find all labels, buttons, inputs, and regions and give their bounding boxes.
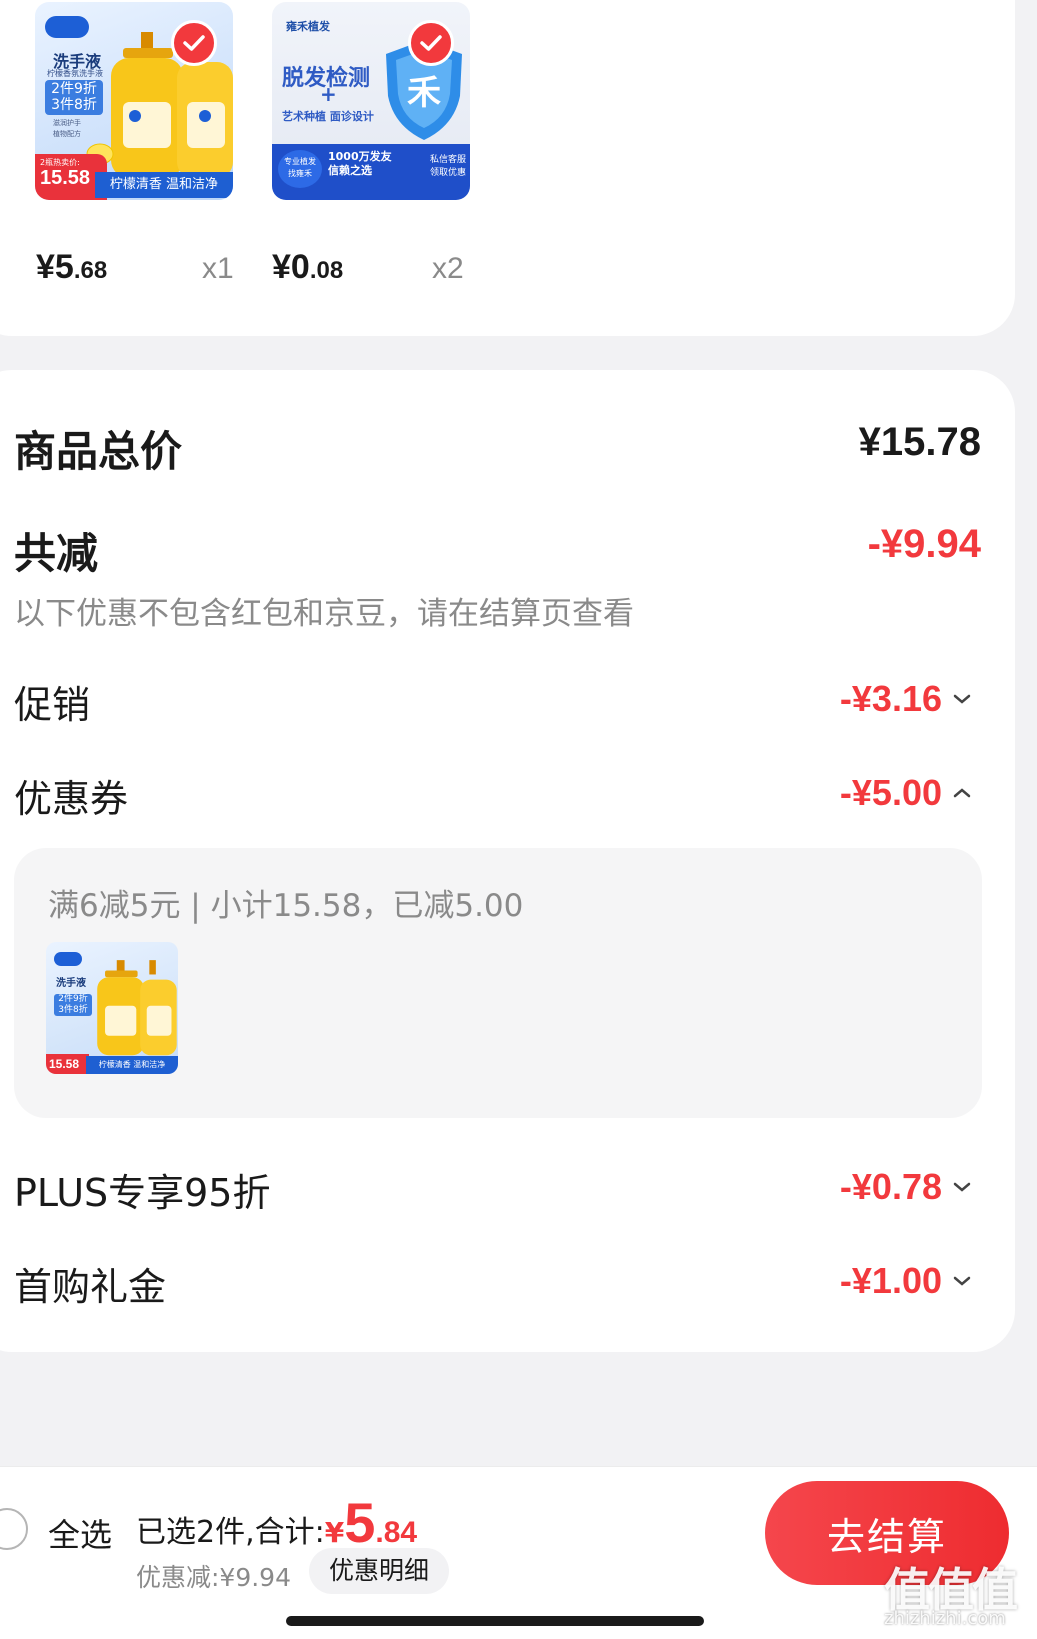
service-chip: 私信客服 领取优惠 bbox=[396, 154, 466, 186]
service-line-2: 领取优惠 bbox=[429, 168, 466, 178]
selected-checkmark-icon[interactable] bbox=[408, 20, 454, 66]
saved-amount: 优惠减:¥9.94 bbox=[136, 1563, 291, 1592]
product-price: ¥5.68 bbox=[36, 248, 107, 287]
discount-note: 以下优惠不包含红包和京豆，请在结算页查看 bbox=[14, 596, 634, 632]
plus-sign: + bbox=[320, 82, 337, 106]
total-discount-label: 共减 bbox=[14, 529, 99, 578]
selected-count-text: 已选2件,合计: bbox=[136, 1515, 325, 1550]
thumb-badge: 洗手液 bbox=[56, 978, 86, 989]
service-line-1: 私信客服 bbox=[429, 155, 466, 165]
promo-line-2: 3件8折 bbox=[51, 97, 97, 113]
chevron-down-icon[interactable] bbox=[951, 1270, 973, 1292]
product-quantity: x2 bbox=[432, 252, 464, 285]
coupon-value: -¥5.00 bbox=[839, 772, 942, 813]
total-symbol: ¥ bbox=[324, 1516, 345, 1549]
first-purchase-gift-label: 首购礼金 bbox=[14, 1265, 167, 1309]
promotion-value: -¥3.16 bbox=[839, 678, 942, 719]
trust-line-1: 1000万发友 bbox=[328, 150, 392, 163]
chevron-down-icon[interactable] bbox=[951, 1176, 973, 1198]
tag-1: 滋润护手 bbox=[53, 119, 81, 127]
product-image-hair-service[interactable]: 雍禾植发 脱发检测 + 艺术种植 面诊设计 禾 专业植发 找雍禾 1000万发友… bbox=[272, 2, 470, 200]
price-tag-label: 2瓶热卖价: bbox=[40, 158, 80, 167]
brand-logo bbox=[45, 16, 89, 38]
select-all-label[interactable]: 全选 bbox=[48, 1510, 112, 1556]
service-subtitle: 艺术种植 面诊设计 bbox=[282, 110, 374, 123]
thumb-logo bbox=[54, 952, 82, 966]
total-discount-value: -¥9.94 bbox=[867, 522, 981, 566]
selected-summary: 已选2件,合计:¥5.84 bbox=[136, 1490, 417, 1555]
product-price: ¥0.08 bbox=[272, 248, 343, 287]
chip-line-2: 找雍禾 bbox=[288, 169, 312, 178]
total-price-value: ¥15.78 bbox=[858, 420, 981, 464]
plus-discount-label: PLUS专享95折 bbox=[14, 1171, 271, 1215]
thumb-banner: 柠檬清香 温和洁净 bbox=[86, 1056, 178, 1074]
thumb-price-tag: 15.58 bbox=[46, 1054, 89, 1074]
soap-bottles-illustration bbox=[97, 960, 177, 1056]
discount-detail-button[interactable]: 优惠明细 bbox=[309, 1548, 449, 1594]
product-image-handsoap[interactable]: 洗手液 柠檬香氛洗手液 2件9折 3件8折 滋润护手 植物配方 2瓶热卖价: 1… bbox=[35, 2, 233, 200]
coupon-detail-text: 满6减5元 | 小计15.58，已减5.00 bbox=[48, 888, 524, 924]
thumb-promo: 2件9折 3件8折 bbox=[54, 994, 92, 1016]
plus-discount-value: -¥0.78 bbox=[839, 1166, 942, 1207]
promo-box: 2件9折 3件8折 bbox=[45, 80, 103, 115]
thumb-promo-2: 3件8折 bbox=[58, 1005, 88, 1015]
total-price-label: 商品总价 bbox=[14, 427, 183, 476]
svg-text:禾: 禾 bbox=[407, 73, 441, 113]
brand-logo-text: 雍禾植发 bbox=[286, 20, 330, 33]
chip-line-1: 专业植发 bbox=[284, 157, 316, 166]
trust-text: 1000万发友 信赖之选 bbox=[328, 150, 392, 178]
chevron-down-icon[interactable] bbox=[951, 688, 973, 710]
promotion-label: 促销 bbox=[14, 683, 91, 727]
promo-line-1: 2件9折 bbox=[51, 81, 97, 97]
chip-badge: 专业植发 找雍禾 bbox=[278, 150, 322, 188]
product-quantity: x1 bbox=[202, 252, 234, 285]
chevron-up-icon[interactable] bbox=[951, 782, 973, 804]
coupon-product-thumbnail[interactable]: 洗手液 2件9折 3件8折 15.58 柠檬清香 温和洁净 bbox=[46, 942, 178, 1074]
first-purchase-gift-value: -¥1.00 bbox=[839, 1260, 942, 1301]
price-decimal: .68 bbox=[73, 257, 108, 284]
product-banner: 柠檬清香 温和洁净 bbox=[95, 172, 233, 198]
home-indicator[interactable] bbox=[286, 1616, 704, 1626]
trust-line-2: 信赖之选 bbox=[328, 164, 372, 177]
price-decimal: .08 bbox=[309, 257, 344, 284]
tag-2: 植物配方 bbox=[53, 130, 81, 138]
total-decimal: .84 bbox=[375, 1516, 418, 1549]
coupon-label: 优惠券 bbox=[14, 777, 129, 821]
selected-checkmark-icon[interactable] bbox=[171, 20, 217, 66]
total-integer: 5 bbox=[344, 1491, 376, 1554]
price-integer: ¥5 bbox=[36, 248, 74, 286]
watermark-site: zhizhizhi.com bbox=[884, 1608, 1006, 1629]
product-sub: 柠檬香氛洗手液 bbox=[47, 69, 103, 78]
price-integer: ¥0 bbox=[272, 248, 310, 286]
thumb-promo-1: 2件9折 bbox=[58, 994, 88, 1004]
